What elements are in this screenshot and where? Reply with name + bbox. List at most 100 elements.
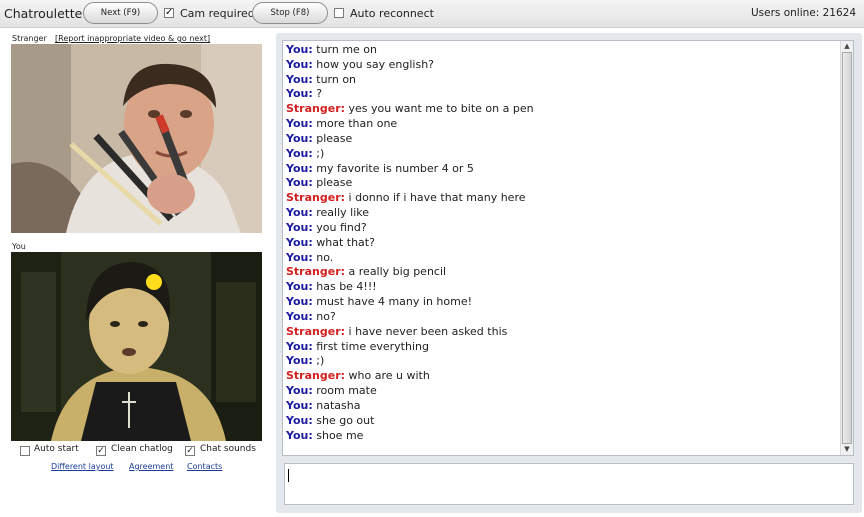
chat-message: You: she go out	[286, 414, 836, 429]
report-link[interactable]: [Report inappropriate video & go next]	[55, 34, 210, 43]
message-text: really like	[316, 206, 370, 220]
message-speaker: You:	[286, 250, 313, 264]
cam-required-label: Cam required	[180, 7, 255, 20]
message-text: more than one	[316, 117, 398, 131]
chat-message: You: you find?	[286, 221, 836, 236]
contacts-link[interactable]: Contacts	[187, 462, 222, 471]
message-speaker: You:	[286, 220, 313, 234]
message-text: a really big pencil	[348, 265, 447, 279]
message-text: has be 4!!!	[316, 280, 377, 294]
next-button[interactable]: Next (F9)	[83, 2, 158, 24]
stop-button[interactable]: Stop (F8)	[252, 2, 328, 24]
message-speaker: You:	[286, 280, 313, 294]
scroll-up-icon[interactable]: ▲	[842, 41, 852, 51]
message-text: who are u with	[348, 369, 430, 383]
auto-reconnect-label: Auto reconnect	[350, 7, 434, 20]
message-speaker: You:	[286, 117, 313, 131]
message-text: must have 4 many in home!	[316, 295, 473, 309]
chat-scrollbar[interactable]: ▲ ▼	[840, 41, 853, 455]
message-speaker: You:	[286, 206, 313, 220]
chat-sounds-checkbox[interactable]: ✓	[185, 446, 195, 456]
chat-message: You: shoe me	[286, 429, 836, 444]
message-speaker: Stranger:	[286, 324, 346, 338]
stranger-video	[11, 44, 262, 233]
auto-start-checkbox[interactable]	[20, 446, 30, 456]
message-text: how you say english?	[316, 57, 435, 71]
stranger-video-frame	[11, 44, 262, 233]
message-text: shoe me	[316, 428, 364, 442]
message-text: you find?	[316, 220, 367, 234]
chat-message: You: more than one	[286, 117, 836, 132]
message-speaker: You:	[286, 87, 313, 101]
message-text: turn on	[316, 72, 357, 86]
message-speaker: You:	[286, 413, 313, 427]
chat-message: Stranger: a really big pencil	[286, 265, 836, 280]
message-speaker: You:	[286, 43, 313, 56]
scrollbar-thumb[interactable]	[842, 52, 852, 444]
message-text: natasha	[316, 398, 361, 412]
chat-message: You: ;)	[286, 354, 836, 369]
message-text: ;)	[316, 354, 325, 368]
agreement-link[interactable]: Agreement	[129, 462, 173, 471]
users-online-count: Users online: 21624	[750, 7, 856, 19]
message-text: what that?	[316, 235, 375, 249]
text-caret	[288, 469, 289, 482]
message-text: ;)	[316, 146, 325, 160]
message-speaker: You:	[286, 57, 313, 71]
message-speaker: You:	[286, 354, 313, 368]
chat-message: You: room mate	[286, 384, 836, 399]
chat-message: You: please	[286, 132, 836, 147]
message-list: You: turn me on You: how you say english?…	[286, 43, 836, 443]
you-video-frame	[11, 252, 262, 441]
cam-required-checkbox[interactable]: ✓	[164, 8, 174, 18]
message-text: i donno if i have that many here	[348, 191, 526, 205]
chat-input[interactable]	[284, 463, 854, 505]
message-speaker: You:	[286, 176, 313, 190]
message-text: turn me on	[316, 43, 378, 56]
chat-sounds-label: Chat sounds	[200, 444, 256, 454]
chat-message: You: ;)	[286, 147, 836, 162]
message-speaker: You:	[286, 235, 313, 249]
message-text: please	[316, 131, 353, 145]
chat-message: You: has be 4!!!	[286, 280, 836, 295]
clean-chatlog-checkbox[interactable]: ✓	[96, 446, 106, 456]
chat-message: You: no.	[286, 251, 836, 266]
chat-message: You: first time everything	[286, 340, 836, 355]
clean-chatlog-label: Clean chatlog	[111, 444, 173, 454]
app-title: Chatroulette	[4, 6, 83, 21]
message-text: yes you want me to bite on a pen	[348, 102, 534, 116]
you-video	[11, 252, 262, 441]
message-text: no?	[316, 309, 336, 323]
different-layout-link[interactable]: Different layout	[51, 462, 114, 471]
message-text: she go out	[316, 413, 375, 427]
message-speaker: You:	[286, 161, 313, 175]
message-speaker: You:	[286, 72, 313, 86]
chat-message: You: what that?	[286, 236, 836, 251]
chat-message: You: how you say english?	[286, 58, 836, 73]
auto-start-label: Auto start	[34, 444, 79, 454]
you-label: You	[12, 242, 26, 251]
message-speaker: You:	[286, 146, 313, 160]
message-text: ?	[316, 87, 323, 101]
chat-message: Stranger: i have never been asked this	[286, 325, 836, 340]
message-speaker: You:	[286, 309, 313, 323]
chat-log[interactable]: You: turn me on You: how you say english?…	[282, 40, 854, 456]
chat-message: You: turn me on	[286, 43, 836, 58]
message-speaker: You:	[286, 339, 313, 353]
chat-message: You: my favorite is number 4 or 5	[286, 162, 836, 177]
message-speaker: You:	[286, 428, 313, 442]
scroll-down-icon[interactable]: ▼	[842, 444, 852, 454]
message-text: my favorite is number 4 or 5	[316, 161, 474, 175]
auto-reconnect-checkbox[interactable]	[334, 8, 344, 18]
chat-message: You: natasha	[286, 399, 836, 414]
chat-message: You: turn on	[286, 73, 836, 88]
message-speaker: Stranger:	[286, 191, 346, 205]
chat-message: You: really like	[286, 206, 836, 221]
chat-message: You: no?	[286, 310, 836, 325]
message-speaker: Stranger:	[286, 369, 346, 383]
chat-message: You: must have 4 many in home!	[286, 295, 836, 310]
message-speaker: Stranger:	[286, 265, 346, 279]
message-speaker: You:	[286, 398, 313, 412]
chat-message: You: ?	[286, 87, 836, 102]
top-bar: Chatroulette Next (F9) ✓ Cam required St…	[0, 0, 864, 28]
